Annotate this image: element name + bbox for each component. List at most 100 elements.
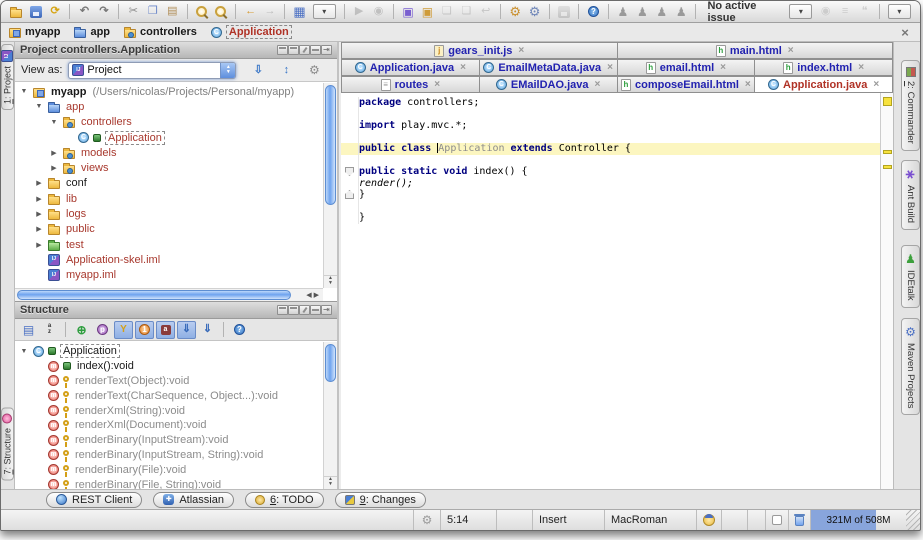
project-item-Application-skel-iml[interactable]: Application-skel.iml [15,252,323,267]
tree-expander-icon[interactable]: ▶ [49,164,59,172]
tree-expander-icon[interactable]: ▼ [49,119,59,126]
find-button[interactable] [193,2,211,21]
editor-gutter[interactable] [341,120,359,132]
project-item-controllers[interactable]: ▼controllers [15,115,323,130]
tool-tab-Maven-Projects[interactable]: Maven Projects [901,318,920,415]
breadcrumb-app[interactable]: app [74,26,110,38]
tree-expander-icon[interactable]: ▶ [34,210,44,218]
editor-gutter[interactable] [341,166,359,178]
project-item-Application[interactable]: Application [15,130,323,145]
save-all-disabled-button[interactable] [555,2,573,21]
tool-tab-Ant-Build[interactable]: Ant Build [901,160,920,230]
shade-panel-button[interactable] [288,305,299,315]
forward-button[interactable] [261,2,279,21]
structure-item-renderXml-String-void[interactable]: renderXml(String):void [15,403,323,418]
tab-close-icon[interactable]: × [607,62,613,73]
view-as-combo[interactable]: Project ▲▼ [68,62,236,79]
editor-tab-email.html[interactable]: email.html× [617,59,756,75]
editor-gutter[interactable] [341,109,359,121]
autoscroll-from-source-button[interactable] [198,321,217,339]
editor-gutter[interactable] [341,189,359,201]
editor-tab-routes[interactable]: routes× [341,76,480,92]
debug-button[interactable] [369,2,387,21]
editor-gutter[interactable] [341,97,359,109]
project-vertical-scrollbar[interactable]: ▲▼ [323,83,337,288]
user-permissions-button[interactable] [672,2,690,21]
editor-gutter[interactable] [341,212,359,224]
project-item-app[interactable]: ▼app [15,99,323,114]
cut-button[interactable] [124,2,142,21]
project-item-myapp[interactable]: ▼myapp (/Users/nicolas/Projects/Personal… [15,84,323,99]
editor-tab-EmailMetaData.java[interactable]: EmailMetaData.java× [479,59,618,75]
tab-close-icon[interactable]: × [745,79,751,90]
breadcrumb-Application[interactable]: Application [211,25,292,39]
structure-item-Application[interactable]: ▼Application [15,344,323,359]
tab-close-icon[interactable]: × [858,62,864,73]
help-button[interactable] [584,2,602,21]
structure-item-renderText-Object-void[interactable]: renderText(Object):void [15,374,323,389]
user-profile-button[interactable] [653,2,671,21]
structure-item-renderText-CharSequence-Object-void[interactable]: renderText(CharSequence, Object...):void [15,388,323,403]
scroll-to-source-button[interactable] [248,61,268,80]
project-item-test[interactable]: ▶test [15,237,323,252]
float-window-button[interactable] [438,2,456,21]
tool-button-9-Changes[interactable]: 9: Changes [335,492,426,508]
editor-tab-Application.java[interactable]: Application.java× [754,76,893,92]
warning-marker[interactable] [883,165,892,169]
tool-tab-1-Project[interactable]: 1: Project [1,44,14,110]
structure-item-renderBinary-File-String-void[interactable]: renderBinary(File, String):void [15,477,323,489]
show-public-button[interactable] [135,321,154,339]
run-gc-button[interactable] [788,510,810,530]
copy-button[interactable] [144,2,162,21]
minimize-panel-button[interactable] [310,45,321,55]
project-item-myapp-iml[interactable]: myapp.iml [15,268,323,283]
hide-panel-button[interactable] [321,45,332,55]
pin-panel-button[interactable] [299,305,310,315]
project-item-conf[interactable]: ▶conf [15,176,323,191]
tool-tab-IDEtalk[interactable]: IDEtalk [901,245,920,308]
project-item-lib[interactable]: ▶lib [15,191,323,206]
editor-tab-index.html[interactable]: index.html× [754,59,893,75]
editor-tab-EMailDAO.java[interactable]: EMailDAO.java× [479,76,618,92]
user-add-button[interactable] [614,2,632,21]
project-structure-button[interactable] [525,2,543,21]
editor-tab-Application.java[interactable]: Application.java× [341,59,480,75]
issue-dropdown[interactable]: ▾ [789,4,812,19]
navbar-close-icon[interactable] [898,25,912,39]
status-settings[interactable] [413,510,440,530]
project-horizontal-scrollbar[interactable]: ◀▶ [15,288,323,301]
float-panel-button[interactable] [277,305,288,315]
tab-close-icon[interactable]: × [788,45,794,56]
deployment-button[interactable] [418,2,436,21]
breadcrumb-controllers[interactable]: controllers [124,26,197,38]
editor-tab-composeEmail.html[interactable]: composeEmail.html× [617,76,756,92]
pin-panel-button[interactable] [299,45,310,55]
tab-close-icon[interactable]: × [518,45,524,56]
editor-gutter[interactable] [341,178,359,190]
structure-item-renderBinary-File-void[interactable]: renderBinary(File):void [15,462,323,477]
tab-close-icon[interactable]: × [434,79,440,90]
synchronize-button[interactable] [46,2,64,21]
user-find-button[interactable] [633,2,651,21]
tool-tab-2-Commander[interactable]: 2: Commander [901,60,920,151]
fold-marker-icon[interactable] [345,167,354,176]
file-encoding[interactable]: MacRoman [604,510,696,530]
tree-expander-icon[interactable]: ▼ [34,103,44,110]
run-configurations-button[interactable] [290,2,308,21]
project-item-models[interactable]: ▶models [15,145,323,160]
redo-button[interactable] [95,2,113,21]
show-inherited-button[interactable] [72,321,91,339]
inspections-widget[interactable] [696,510,721,530]
tool-button-REST-Client[interactable]: REST Client [46,492,142,508]
minimize-panel-button[interactable] [310,305,321,315]
lock-button[interactable]: a [156,321,175,339]
toolbar-end-dropdown[interactable]: ▾ [888,4,911,19]
fold-marker-icon[interactable] [345,190,354,199]
help-button[interactable] [230,321,249,339]
tree-expander-icon[interactable]: ▼ [19,348,29,355]
tree-expander-icon[interactable]: ▼ [19,88,29,95]
comment-button[interactable] [855,2,873,21]
tool-button-Atlassian[interactable]: Atlassian [153,492,234,508]
screenshot-button[interactable] [816,2,834,21]
warning-marker[interactable] [883,97,892,106]
